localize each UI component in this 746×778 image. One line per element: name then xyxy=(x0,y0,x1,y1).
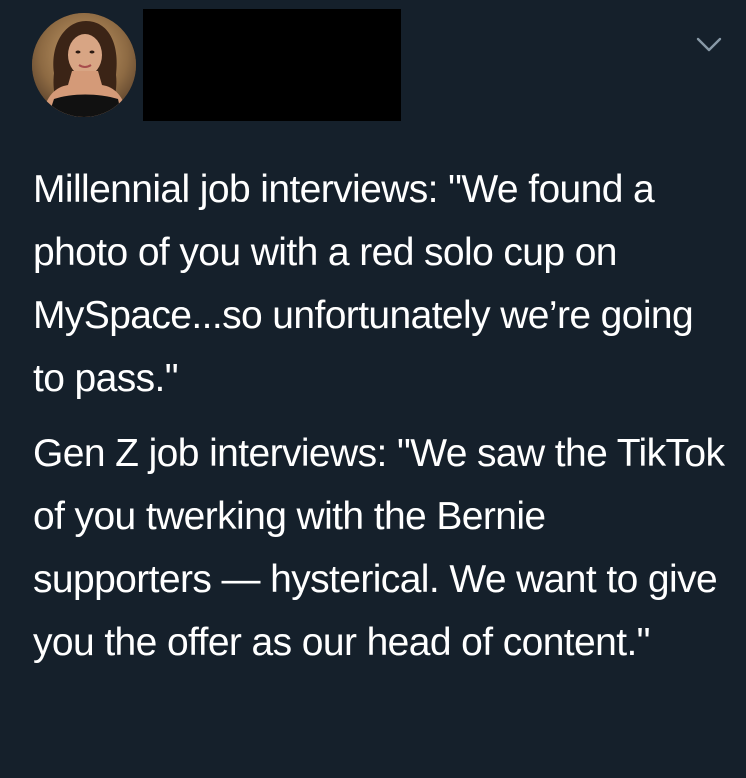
tweet-paragraph: Millennial job interviews: "We found a p… xyxy=(33,168,694,400)
redacted-name-block xyxy=(143,9,401,121)
avatar-photo-icon xyxy=(32,13,136,117)
avatar[interactable] xyxy=(32,13,136,117)
chevron-down-icon[interactable] xyxy=(694,33,724,55)
tweet-paragraph: Gen Z job interviews: "We saw the TikTok… xyxy=(33,432,725,664)
tweet-text: Millennial job interviews: "We found a p… xyxy=(33,158,733,674)
